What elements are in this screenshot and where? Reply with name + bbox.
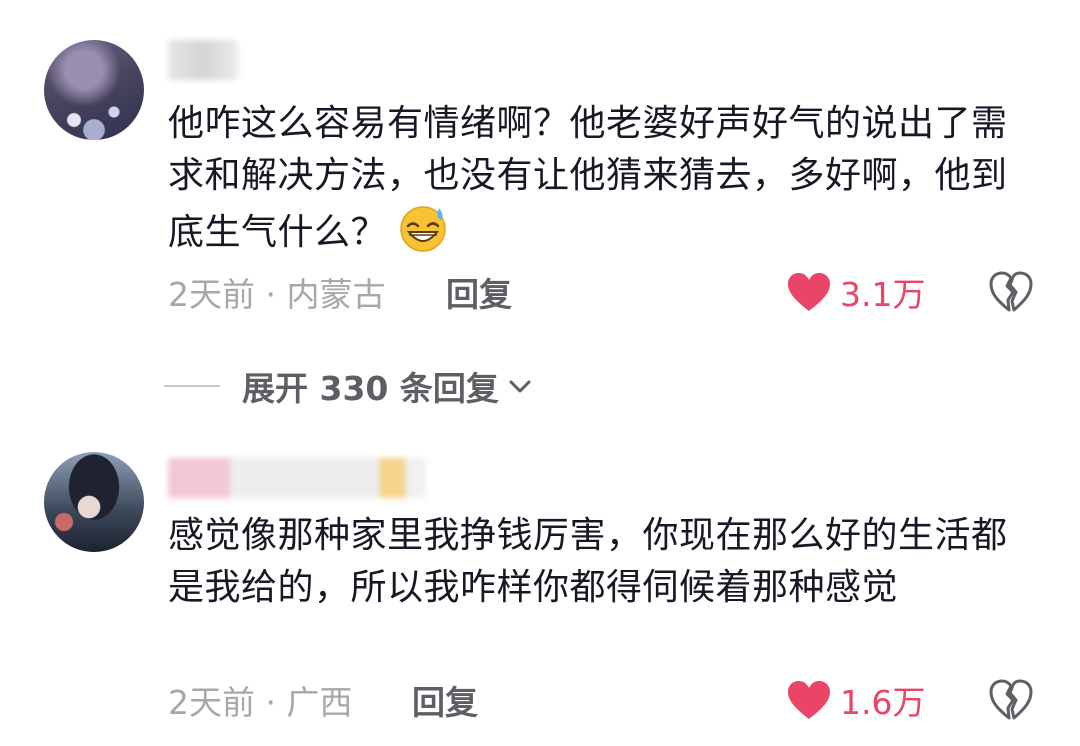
expand-replies-button[interactable]: 展开 330 条回复 <box>164 362 535 410</box>
broken-heart-icon[interactable] <box>988 270 1034 314</box>
reply-button[interactable]: 回复 <box>446 268 512 316</box>
heart-icon <box>788 273 830 311</box>
comment-text: 感觉像那种家里我挣钱厉害，你现在那么好的生活都是我给的，所以我咋样你都得伺候着那… <box>168 515 1008 608</box>
comment-text: 他咋这么容易有情绪啊？他老婆好声好气的说出了需求和解决方法，也没有让他猜来猜去，… <box>168 103 1008 253</box>
comment-meta: 2天前 · 广西 <box>168 683 353 722</box>
like-count: 3.1万 <box>840 275 926 314</box>
heart-icon <box>788 681 830 719</box>
avatar[interactable] <box>44 40 144 140</box>
reply-button[interactable]: 回复 <box>412 676 478 724</box>
like-count: 1.6万 <box>840 683 926 722</box>
username-blurred[interactable] <box>168 458 426 498</box>
chevron-down-icon <box>509 380 531 393</box>
comment-meta: 2天前 · 内蒙古 <box>168 275 386 314</box>
broken-heart-icon[interactable] <box>988 678 1034 722</box>
like-button[interactable]: 1.6万 <box>786 676 925 724</box>
avatar[interactable] <box>44 452 144 552</box>
username-blurred[interactable] <box>168 40 238 80</box>
divider-line <box>164 385 220 387</box>
expand-replies-label: 展开 330 条回复 <box>242 369 499 408</box>
like-button[interactable]: 3.1万 <box>786 268 925 316</box>
grinning-sweat-emoji <box>400 206 446 252</box>
